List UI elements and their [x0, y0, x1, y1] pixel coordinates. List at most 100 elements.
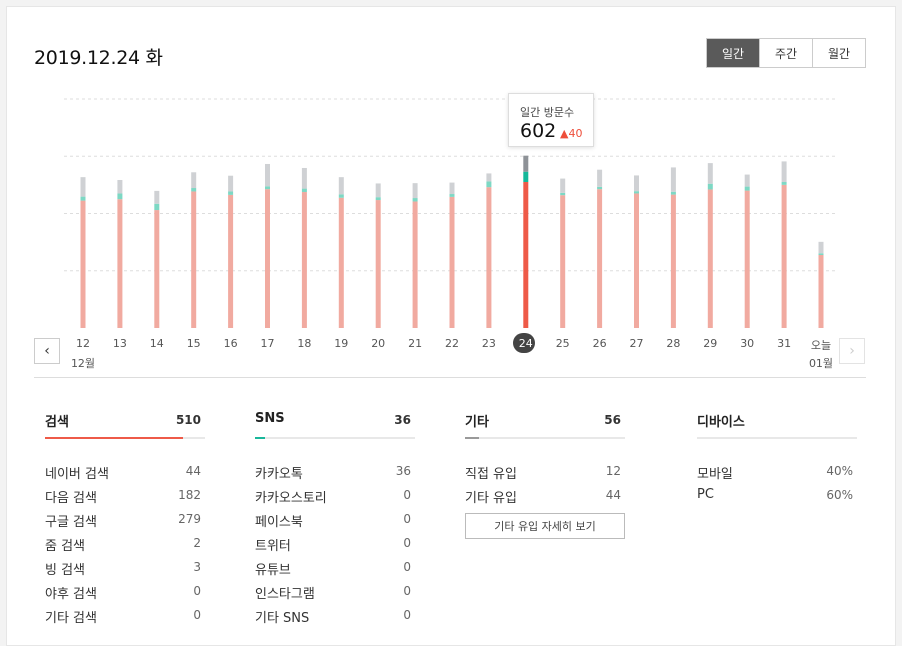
bar-search[interactable] [265, 189, 270, 328]
bar-other[interactable] [634, 175, 639, 192]
bar-search[interactable] [486, 187, 492, 328]
bar-search[interactable] [412, 201, 418, 328]
bar-search[interactable] [449, 196, 455, 328]
x-tick-label[interactable]: 31 [769, 337, 799, 350]
bar-other[interactable] [707, 163, 713, 184]
bar-other[interactable] [449, 182, 455, 195]
x-tick-label[interactable]: 14 [142, 337, 172, 350]
x-tick-label[interactable]: 23 [474, 337, 504, 350]
x-tick-label[interactable]: 22 [437, 337, 467, 350]
row-label: 모바일 [697, 467, 733, 482]
x-tick-label[interactable]: 19 [326, 337, 356, 350]
bar-other[interactable] [523, 155, 529, 172]
bar-sns[interactable] [191, 188, 197, 192]
bar-other[interactable] [486, 173, 492, 182]
bar-search[interactable] [707, 189, 713, 328]
section-title: 디바이스 [697, 415, 745, 430]
bar-search[interactable] [80, 200, 86, 328]
bar-sns[interactable] [228, 191, 234, 195]
bar-other[interactable] [154, 190, 160, 204]
x-tick-label[interactable]: 24 [511, 337, 541, 350]
row-value: 40% [826, 464, 853, 478]
x-tick-label[interactable]: 오늘 [806, 337, 836, 353]
bar-search[interactable] [634, 193, 639, 328]
bar-other[interactable] [338, 177, 344, 195]
bar-sns[interactable] [154, 203, 160, 211]
bar-search[interactable] [670, 194, 676, 328]
list-item: 트위터 0 [255, 531, 415, 555]
x-tick-label[interactable]: 25 [548, 337, 578, 350]
bar-other[interactable] [781, 161, 787, 183]
bar-sns[interactable] [375, 197, 381, 201]
x-tick-label[interactable]: 13 [105, 337, 135, 350]
list-item: 네이버 검색 44 [45, 459, 205, 483]
bar-sns[interactable] [338, 194, 344, 198]
bar-search[interactable] [597, 189, 603, 328]
x-tick-label[interactable]: 30 [732, 337, 762, 350]
section-bar [697, 437, 857, 439]
bar-sns[interactable] [670, 191, 676, 195]
list-item: 다음 검색 182 [45, 483, 205, 507]
bar-sns[interactable] [560, 192, 566, 196]
bar-sns[interactable] [707, 183, 713, 190]
bar-sns[interactable] [449, 194, 455, 197]
bar-other[interactable] [375, 183, 381, 198]
bar-sns[interactable] [265, 186, 270, 190]
bar-search[interactable] [781, 184, 787, 328]
section-count: 56 [604, 413, 621, 427]
bar-sns[interactable] [80, 196, 86, 201]
bar-sns[interactable] [301, 188, 307, 193]
bar-search[interactable] [338, 197, 344, 328]
x-tick-label[interactable]: 20 [363, 337, 393, 350]
bar-other[interactable] [117, 180, 123, 194]
bar-other[interactable] [560, 178, 566, 193]
x-tick-label[interactable]: 21 [400, 337, 430, 350]
bar-search[interactable] [375, 200, 381, 328]
bar-other[interactable] [80, 177, 86, 197]
x-tick-label[interactable]: 16 [216, 337, 246, 350]
bar-sns[interactable] [412, 198, 418, 202]
bar-sns[interactable] [634, 191, 639, 194]
bar-search[interactable] [818, 255, 824, 328]
bar-sns[interactable] [818, 253, 824, 256]
bar-other[interactable] [228, 175, 234, 192]
row-value: 0 [403, 560, 411, 574]
bar-other[interactable] [597, 169, 603, 187]
bar-sns[interactable] [523, 171, 529, 183]
next-button[interactable]: › [839, 338, 865, 364]
section-bar [465, 437, 625, 439]
bar-sns[interactable] [781, 182, 787, 185]
bar-search[interactable] [228, 194, 234, 328]
bar-search[interactable] [154, 210, 160, 328]
x-tick-label[interactable]: 12 [68, 337, 98, 350]
x-tick-label[interactable]: 28 [658, 337, 688, 350]
list-item: 기타 검색 0 [45, 603, 205, 627]
x-tick-label[interactable]: 18 [289, 337, 319, 350]
row-label: 네이버 검색 [45, 467, 109, 482]
bar-sns[interactable] [744, 186, 750, 191]
x-tick-label[interactable]: 27 [622, 337, 652, 350]
bar-sns[interactable] [597, 186, 603, 190]
bar-other[interactable] [301, 167, 307, 189]
x-tick-label[interactable]: 15 [179, 337, 209, 350]
x-tick-label[interactable]: 17 [253, 337, 283, 350]
bar-search[interactable] [191, 191, 197, 328]
visitor-stats-card: 2019.12.24 화 일간 주간 월간 12 13 14 15 16 17 18 19 20… [6, 6, 896, 646]
bar-sns[interactable] [117, 193, 123, 200]
bar-search[interactable] [301, 192, 307, 328]
bar-other[interactable] [670, 167, 676, 192]
bar-search[interactable] [560, 195, 566, 328]
bar-other[interactable] [265, 163, 270, 187]
bar-other[interactable] [818, 241, 824, 254]
bar-search[interactable] [523, 182, 529, 328]
bar-other[interactable] [412, 183, 418, 199]
bar-other[interactable] [744, 174, 750, 187]
x-tick-label[interactable]: 26 [585, 337, 615, 350]
bar-search[interactable] [744, 190, 750, 328]
prev-button[interactable]: ‹ [34, 338, 60, 364]
bar-search[interactable] [117, 199, 123, 328]
other-detail-button[interactable]: 기타 유입 자세히 보기 [465, 513, 625, 539]
bar-sns[interactable] [486, 181, 492, 188]
x-tick-label[interactable]: 29 [695, 337, 725, 350]
bar-other[interactable] [191, 172, 197, 189]
